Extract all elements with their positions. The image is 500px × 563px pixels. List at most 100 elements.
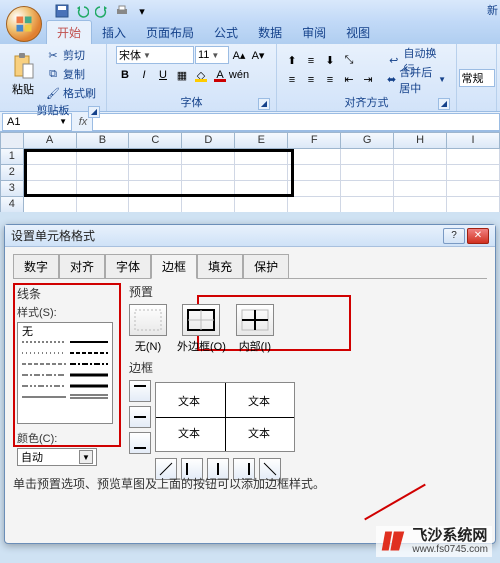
cut-button[interactable]: ✂剪切 xyxy=(42,46,100,64)
dtab-protect[interactable]: 保护 xyxy=(243,254,289,279)
dtab-font[interactable]: 字体 xyxy=(105,254,151,279)
align-middle-button[interactable]: ≡ xyxy=(302,52,320,70)
dialog-titlebar[interactable]: 设置单元格格式 ? ✕ xyxy=(5,225,495,247)
font-color-button[interactable]: A xyxy=(211,66,229,84)
underline-button[interactable]: U xyxy=(154,66,172,84)
border-bottom-button[interactable] xyxy=(129,432,151,454)
col-header[interactable]: B xyxy=(77,132,130,149)
phonetic-button[interactable]: wén xyxy=(230,66,248,84)
group-clipboard-label: 剪贴板 xyxy=(37,105,70,117)
ribbon: 粘贴 ✂剪切 ⧉复制 🖌格式刷 剪贴板◢ 宋体▼ 11▼ A▴ A▾ B I U… xyxy=(0,44,500,112)
group-number: 常规 xyxy=(457,44,497,111)
line-style-list[interactable]: 无 xyxy=(17,322,113,424)
align-dialog-launcher[interactable]: ◢ xyxy=(438,98,450,110)
border-section-label: 边框 xyxy=(129,359,295,376)
number-format-combo[interactable]: 常规 xyxy=(459,69,495,87)
border-top-button[interactable] xyxy=(129,380,151,402)
col-header[interactable]: H xyxy=(394,132,447,149)
line-style-none[interactable]: 无 xyxy=(22,327,108,335)
row-header[interactable]: 3 xyxy=(0,181,24,197)
tab-data[interactable]: 数据 xyxy=(248,21,292,44)
col-header[interactable]: E xyxy=(235,132,288,149)
formula-input[interactable] xyxy=(92,113,500,131)
fill-color-button[interactable]: ◇ xyxy=(192,66,210,84)
line-style-item[interactable] xyxy=(22,338,108,346)
qat-more-icon[interactable]: ▾ xyxy=(134,3,150,19)
dtab-border[interactable]: 边框 xyxy=(151,254,197,279)
paste-label: 粘贴 xyxy=(12,81,34,97)
merge-center-button[interactable]: ⬌合并后居中▼ xyxy=(383,71,450,89)
close-button[interactable]: ✕ xyxy=(467,228,489,244)
col-header[interactable]: C xyxy=(129,132,182,149)
dtab-fill[interactable]: 填充 xyxy=(197,254,243,279)
border-hmid-button[interactable] xyxy=(129,406,151,428)
line-style-item[interactable] xyxy=(22,393,108,401)
copy-button[interactable]: ⧉复制 xyxy=(42,65,100,83)
dialog-hint-text: 单击预置选项、预览草图及上面的按钮可以添加边框样式。 xyxy=(13,475,325,492)
italic-button[interactable]: I xyxy=(135,66,153,84)
line-style-item[interactable] xyxy=(22,360,108,368)
clipboard-dialog-launcher[interactable]: ◢ xyxy=(88,106,100,118)
col-header[interactable]: F xyxy=(288,132,341,149)
bold-button[interactable]: B xyxy=(116,66,134,84)
col-header[interactable]: G xyxy=(341,132,394,149)
quick-access-toolbar: ▾ xyxy=(0,0,500,22)
align-center-button[interactable]: ≡ xyxy=(302,71,320,89)
preset-inside-button[interactable]: 内部(I) xyxy=(236,304,274,354)
line-section-label: 线条 xyxy=(17,285,117,302)
tab-insert[interactable]: 插入 xyxy=(92,21,136,44)
increase-indent-button[interactable]: ⇥ xyxy=(359,71,377,89)
group-font: 宋体▼ 11▼ A▴ A▾ B I U ▦ ◇ A wén 字体◢ xyxy=(107,44,277,111)
group-align-label: 对齐方式 xyxy=(345,97,389,109)
group-alignment: ⬆ ≡ ⬇ ⤡ ≡ ≡ ≡ ⇤ ⇥ ↩自动换行 ⬌合并后居中▼ 对齐方式◢ xyxy=(277,44,457,111)
preset-none-button[interactable]: 无(N) xyxy=(129,304,167,354)
save-icon[interactable] xyxy=(54,3,70,19)
orientation-button[interactable]: ⤡ xyxy=(340,52,358,70)
paste-button[interactable]: 粘贴 xyxy=(6,49,40,100)
worksheet[interactable]: A B C D E F G H I 1 2 3 4 5 xyxy=(0,132,500,212)
print-icon[interactable] xyxy=(114,3,130,19)
col-header[interactable]: D xyxy=(182,132,235,149)
merge-icon: ⬌ xyxy=(387,73,396,87)
tab-review[interactable]: 审阅 xyxy=(292,21,336,44)
ribbon-tabs: 开始 插入 页面布局 公式 数据 审阅 视图 xyxy=(0,22,500,44)
format-painter-button[interactable]: 🖌格式刷 xyxy=(42,84,100,102)
watermark-logo-icon xyxy=(380,528,406,554)
align-top-button[interactable]: ⬆ xyxy=(283,52,301,70)
help-button[interactable]: ? xyxy=(443,228,465,244)
tab-formula[interactable]: 公式 xyxy=(204,21,248,44)
line-style-item[interactable] xyxy=(22,349,108,357)
tab-home[interactable]: 开始 xyxy=(46,20,92,44)
col-header[interactable]: I xyxy=(447,132,500,149)
font-name-combo[interactable]: 宋体▼ xyxy=(116,46,194,64)
align-bottom-button[interactable]: ⬇ xyxy=(321,52,339,70)
col-header[interactable]: A xyxy=(24,132,77,149)
line-style-item[interactable] xyxy=(22,371,108,379)
office-button[interactable] xyxy=(6,6,42,42)
preset-outline-button[interactable]: 外边框(O) xyxy=(177,304,226,354)
watermark-url: www.fs0745.com xyxy=(412,544,488,555)
decrease-indent-button[interactable]: ⇤ xyxy=(340,71,358,89)
undo-icon[interactable] xyxy=(74,3,90,19)
dtab-number[interactable]: 数字 xyxy=(13,254,59,279)
line-color-combo[interactable]: 自动▼ xyxy=(17,448,97,466)
shrink-font-button[interactable]: A▾ xyxy=(249,46,267,64)
grow-font-button[interactable]: A▴ xyxy=(230,46,248,64)
font-size-combo[interactable]: 11▼ xyxy=(195,46,229,64)
dtab-align[interactable]: 对齐 xyxy=(59,254,105,279)
align-right-button[interactable]: ≡ xyxy=(321,71,339,89)
row-header[interactable]: 1 xyxy=(0,149,24,165)
font-dialog-launcher[interactable]: ◢ xyxy=(258,98,270,110)
border-button[interactable]: ▦ xyxy=(173,66,191,84)
row-header[interactable]: 4 xyxy=(0,197,24,212)
tab-view[interactable]: 视图 xyxy=(336,21,380,44)
brush-icon: 🖌 xyxy=(46,86,60,100)
border-preview[interactable]: 文本 文本 文本 文本 xyxy=(155,382,295,452)
line-style-item[interactable] xyxy=(22,382,108,390)
align-left-button[interactable]: ≡ xyxy=(283,71,301,89)
tab-layout[interactable]: 页面布局 xyxy=(136,21,204,44)
row-header[interactable]: 2 xyxy=(0,165,24,181)
select-all-corner[interactable] xyxy=(0,132,24,149)
redo-icon[interactable] xyxy=(94,3,110,19)
watermark-name: 飞沙系统网 xyxy=(412,528,488,545)
